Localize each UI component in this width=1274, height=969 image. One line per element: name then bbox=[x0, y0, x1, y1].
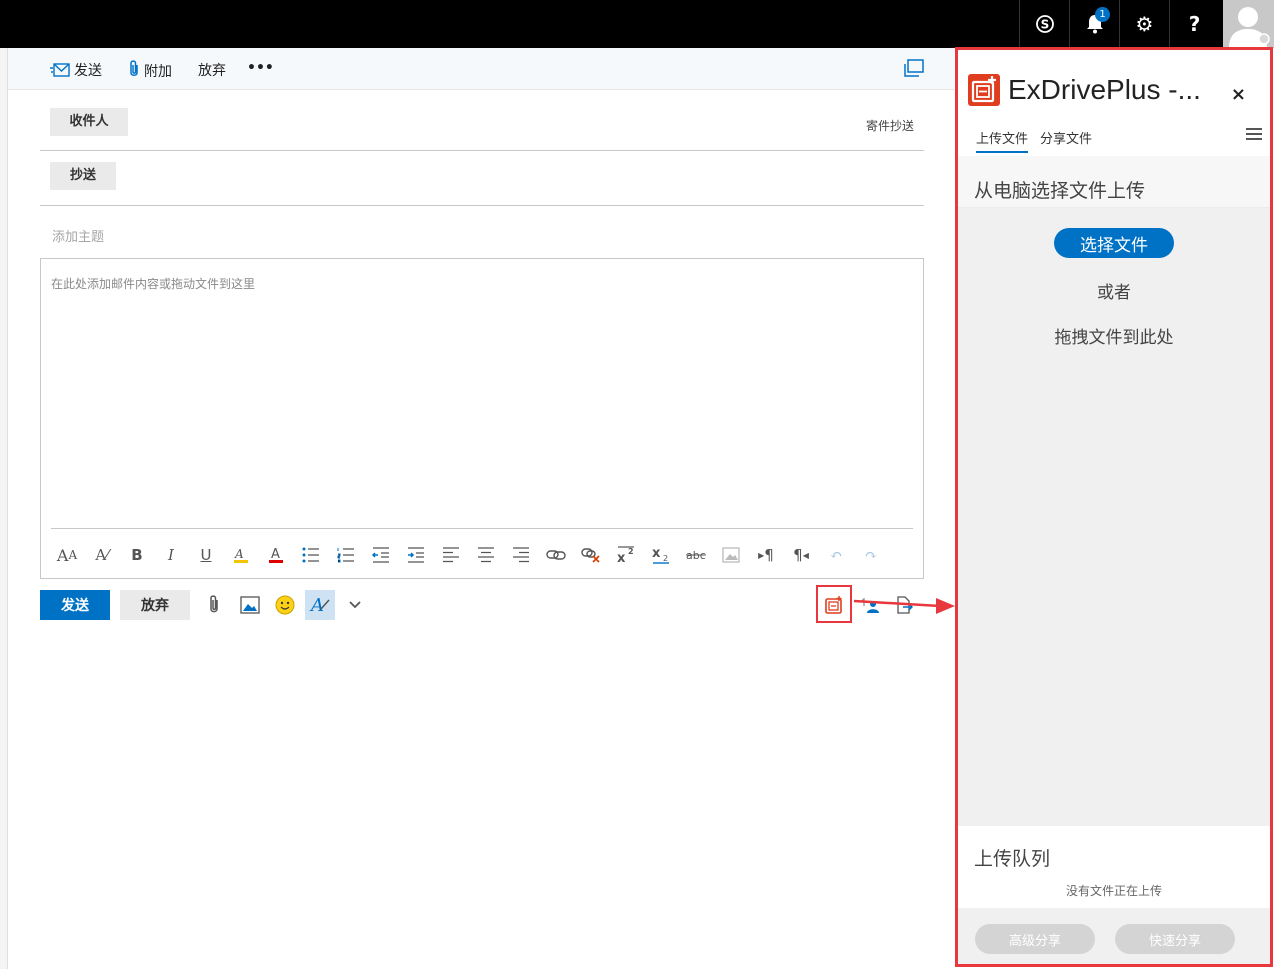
bcc-link[interactable]: 寄件抄送 bbox=[866, 117, 914, 134]
svg-text:x: x bbox=[652, 546, 661, 561]
subject-input[interactable]: 添加主题 bbox=[52, 226, 104, 245]
tab-share-files[interactable]: 分享文件 bbox=[1040, 128, 1092, 147]
upload-queue-title: 上传队列 bbox=[974, 848, 1051, 870]
bold-icon[interactable]: B bbox=[125, 543, 149, 567]
panel-header: ExDrivePlus -... × 上传文件 分享文件 bbox=[958, 50, 1270, 156]
left-scroll-strip[interactable] bbox=[0, 48, 8, 969]
upload-section-header: 从电脑选择文件上传 bbox=[958, 156, 1270, 208]
tab-upload-files[interactable]: 上传文件 bbox=[976, 128, 1029, 153]
panel-title: ExDrivePlus -... bbox=[1008, 74, 1201, 105]
superscript-icon[interactable]: x2 bbox=[614, 543, 638, 567]
cc-field[interactable]: 抄送 bbox=[40, 151, 924, 206]
user-avatar[interactable] bbox=[1223, 0, 1274, 48]
top-bar: S 1 ⚙ ? bbox=[0, 0, 1274, 48]
rtl-paragraph-icon[interactable]: ¶ ◀ bbox=[789, 543, 813, 567]
upload-section-title: 从电脑选择文件上传 bbox=[974, 180, 1146, 202]
format-text-toggle-icon[interactable]: A bbox=[305, 590, 335, 620]
increase-indent-icon[interactable] bbox=[404, 543, 428, 567]
grow-font-icon[interactable]: A⁄ bbox=[90, 543, 114, 567]
subscript-icon[interactable]: x2 bbox=[649, 543, 673, 567]
ltr-paragraph-icon[interactable]: ▶ ¶ bbox=[754, 543, 778, 567]
font-color-icon[interactable]: A bbox=[264, 543, 288, 567]
highlight-icon[interactable]: A bbox=[229, 543, 253, 567]
discard-button[interactable]: 放弃 bbox=[120, 590, 190, 620]
attach-file-icon[interactable] bbox=[201, 592, 227, 618]
svg-text:2: 2 bbox=[663, 554, 668, 563]
align-left-icon[interactable] bbox=[439, 543, 463, 567]
skype-icon[interactable]: S bbox=[1019, 0, 1069, 48]
insert-picture-icon[interactable] bbox=[237, 592, 263, 618]
align-right-icon[interactable] bbox=[509, 543, 533, 567]
quick-share-button[interactable]: 快速分享 bbox=[1115, 924, 1235, 954]
highlight-box bbox=[816, 585, 852, 623]
svg-text:S: S bbox=[1040, 18, 1049, 32]
send-mail-icon bbox=[50, 63, 70, 77]
paperclip-icon bbox=[128, 60, 140, 82]
svg-text:2: 2 bbox=[628, 547, 634, 556]
body-placeholder: 在此处添加邮件内容或拖动文件到这里 bbox=[51, 277, 256, 291]
upload-queue: 上传队列 没有文件正在上传 bbox=[958, 826, 1270, 908]
svg-text:A: A bbox=[234, 547, 244, 561]
send-button[interactable]: 发送 bbox=[40, 590, 110, 620]
undo-icon[interactable]: ↶ bbox=[824, 543, 848, 567]
redo-icon[interactable]: ↷ bbox=[859, 543, 883, 567]
exdriveplus-logo-icon bbox=[968, 74, 1000, 106]
popout-icon[interactable] bbox=[904, 59, 924, 81]
insert-picture-inline-icon[interactable] bbox=[719, 543, 743, 567]
format-toolbar-divider bbox=[51, 528, 913, 529]
pointer-arrow bbox=[853, 598, 955, 614]
svg-text:A: A bbox=[271, 547, 280, 562]
font-size-icon[interactable]: AA bbox=[55, 543, 79, 567]
exdriveplus-panel: ExDrivePlus -... × 上传文件 分享文件 从电脑选择文件上传 选… bbox=[955, 47, 1273, 967]
to-field[interactable]: 收件人 寄件抄送 bbox=[40, 96, 924, 151]
notifications-bell-icon[interactable]: 1 bbox=[1069, 0, 1119, 48]
remove-link-icon[interactable] bbox=[579, 543, 603, 567]
cc-button[interactable]: 抄送 bbox=[50, 162, 116, 190]
settings-gear-icon[interactable]: ⚙ bbox=[1119, 0, 1169, 48]
or-text: 或者 bbox=[1097, 283, 1131, 303]
more-options-button[interactable]: ••• bbox=[247, 60, 274, 76]
discard-command[interactable]: 放弃 bbox=[198, 60, 226, 80]
upload-queue-status: 没有文件正在上传 bbox=[1065, 884, 1162, 898]
underline-icon[interactable]: U bbox=[194, 543, 218, 567]
drag-files-text: 拖拽文件到此处 bbox=[1054, 328, 1174, 348]
notification-badge: 1 bbox=[1095, 7, 1110, 22]
send-command[interactable]: 发送 bbox=[50, 60, 102, 80]
panel-footer: 高级分享 快速分享 bbox=[958, 908, 1270, 964]
svg-text:x: x bbox=[617, 551, 626, 564]
align-center-icon[interactable] bbox=[474, 543, 498, 567]
command-bar: 发送 附加 放弃 ••• bbox=[8, 48, 954, 90]
decrease-indent-icon[interactable] bbox=[369, 543, 393, 567]
strikethrough-icon[interactable]: abc bbox=[684, 543, 708, 567]
close-icon[interactable]: × bbox=[1231, 84, 1246, 105]
to-button[interactable]: 收件人 bbox=[50, 108, 128, 136]
italic-icon[interactable]: I bbox=[159, 543, 183, 567]
message-body-editor[interactable]: 在此处添加邮件内容或拖动文件到这里 AA A⁄ B I U A A x2 x2 bbox=[40, 258, 924, 579]
numbering-icon[interactable] bbox=[334, 543, 358, 567]
upload-drop-zone[interactable]: 选择文件 或者 拖拽文件到此处 bbox=[958, 208, 1270, 826]
choose-file-button[interactable]: 选择文件 bbox=[1054, 228, 1174, 258]
help-icon[interactable]: ? bbox=[1169, 0, 1219, 48]
svg-text:A: A bbox=[309, 595, 324, 615]
hamburger-menu-icon[interactable] bbox=[1246, 128, 1262, 143]
insert-link-icon[interactable] bbox=[544, 543, 568, 567]
attach-command[interactable]: 附加 bbox=[128, 60, 172, 82]
chevron-down-icon[interactable] bbox=[342, 592, 368, 618]
advanced-share-button[interactable]: 高级分享 bbox=[975, 924, 1095, 954]
emoji-icon[interactable] bbox=[272, 592, 298, 618]
bullets-icon[interactable] bbox=[299, 543, 323, 567]
